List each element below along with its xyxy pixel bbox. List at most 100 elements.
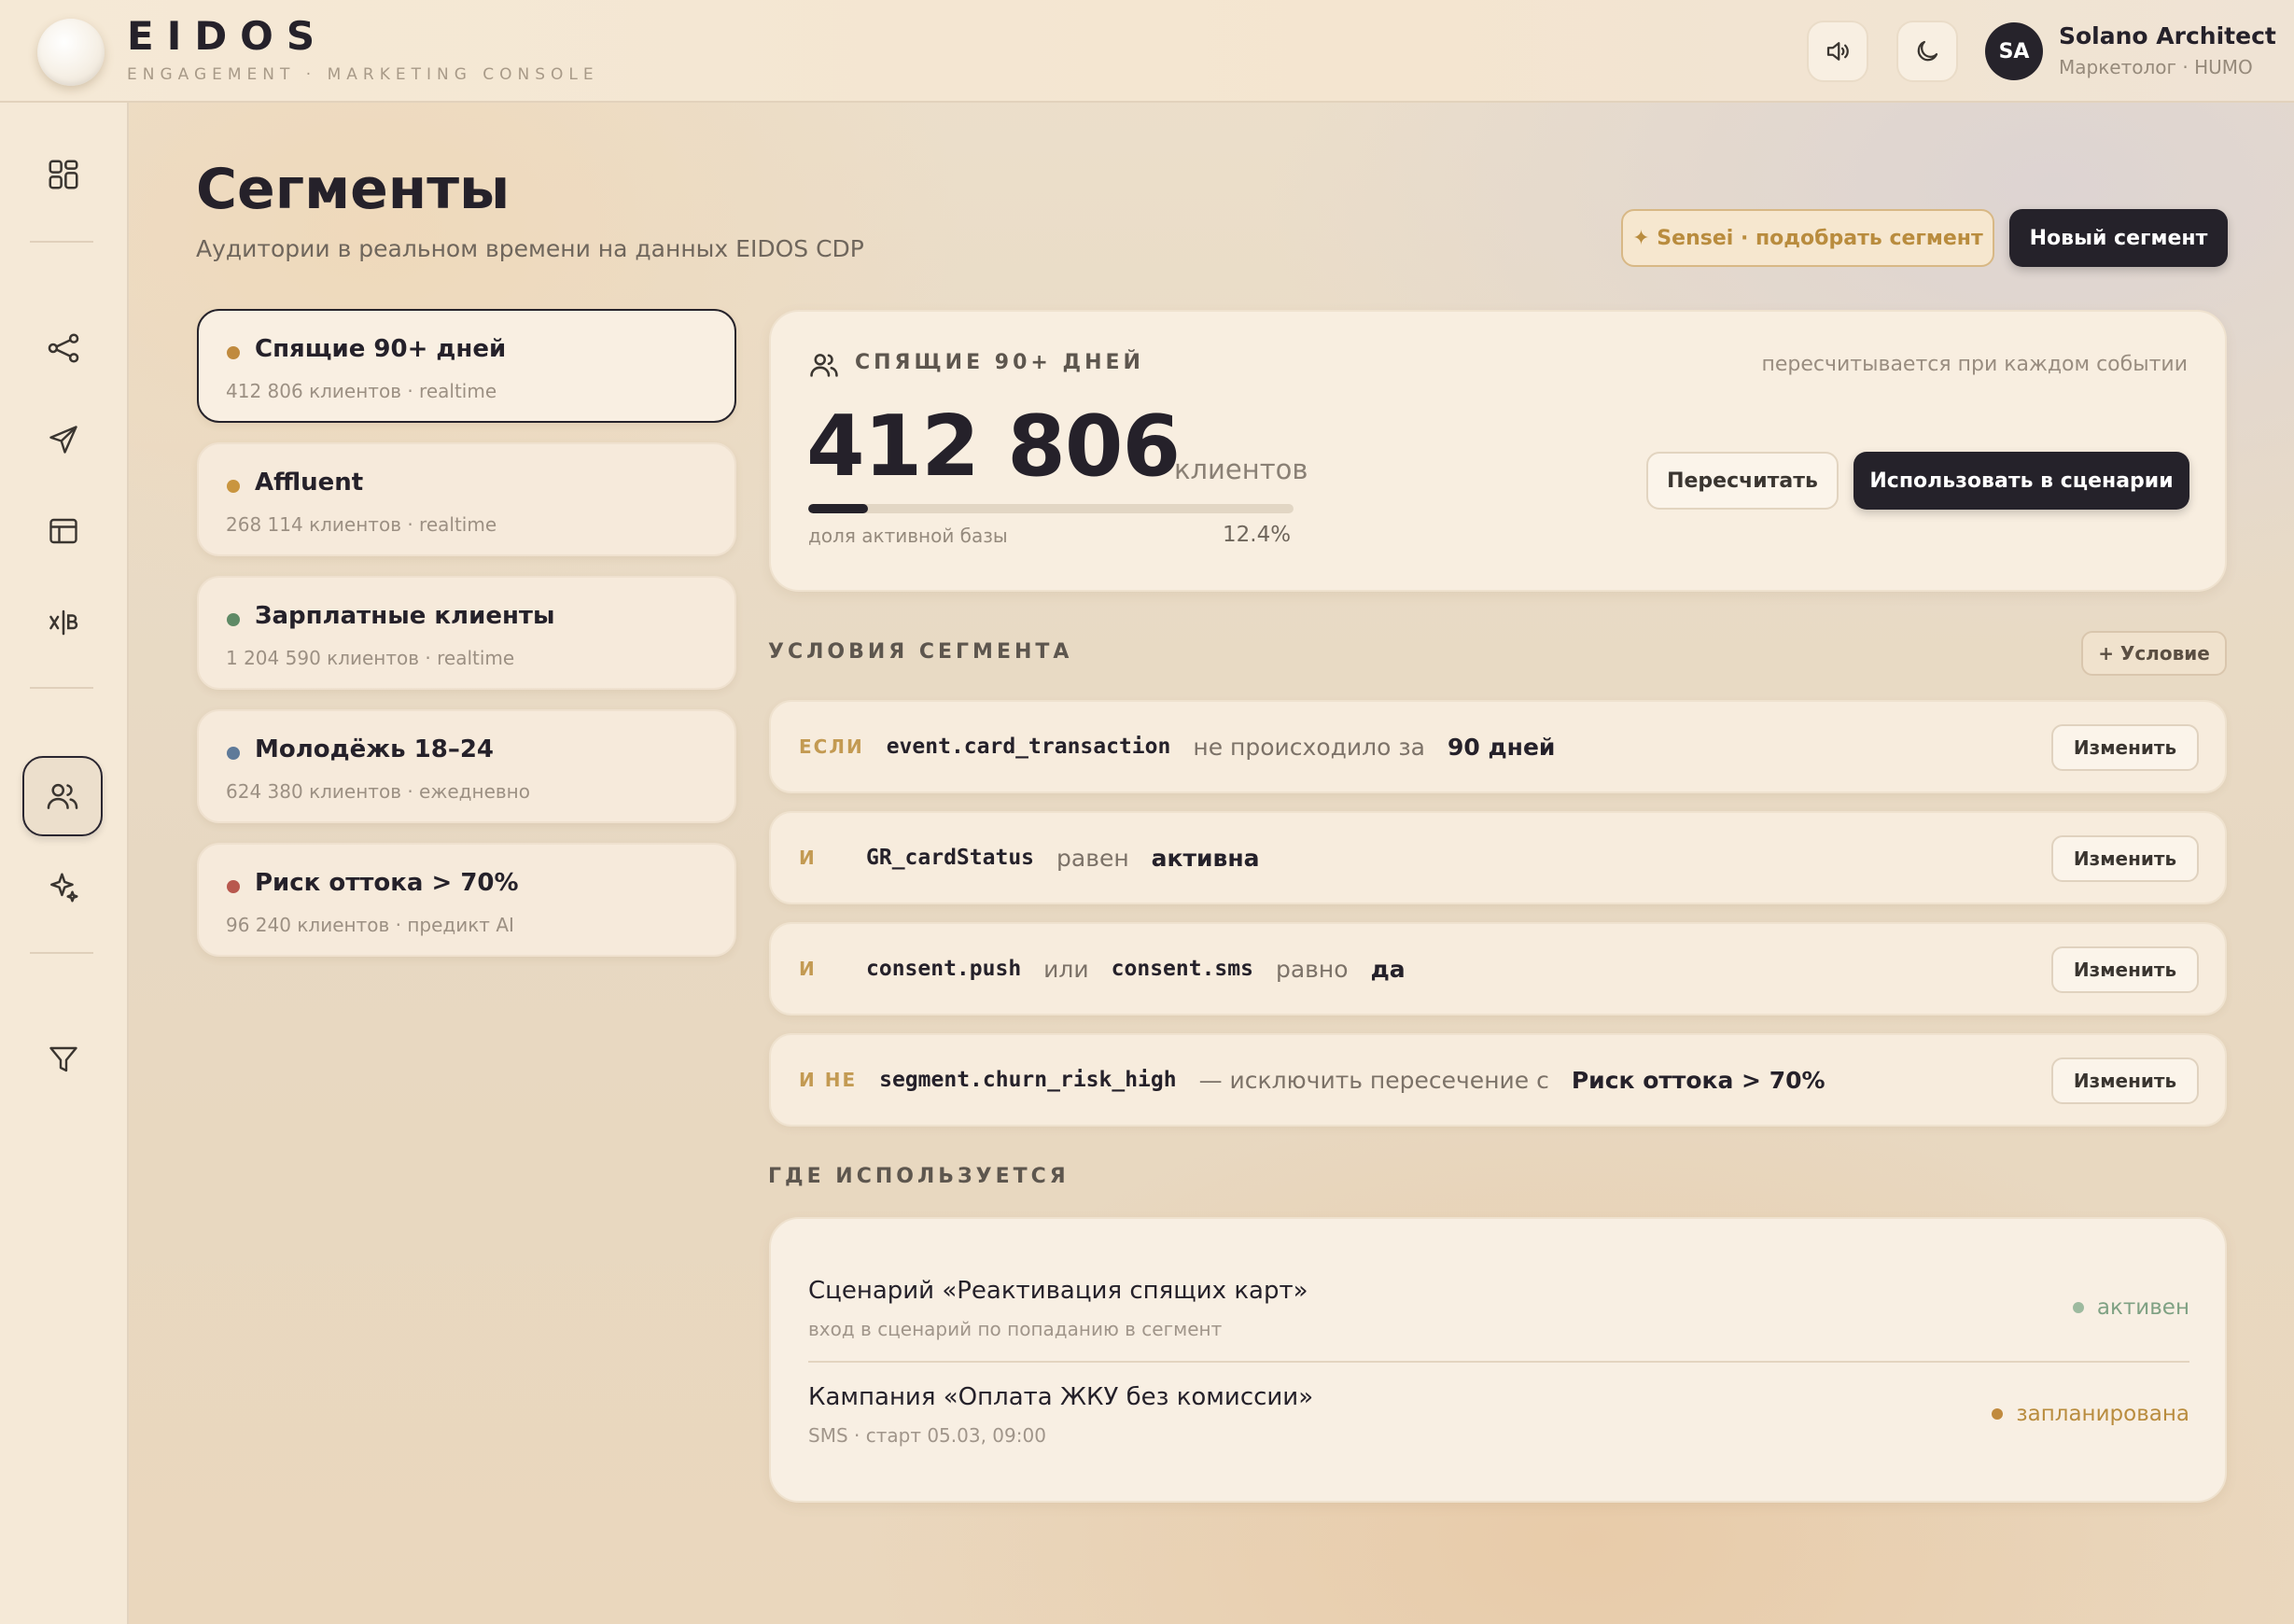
condition-keyword: И [799, 847, 817, 869]
segment-name: Зарплатные клиенты [255, 602, 555, 630]
usage-description: SMS · старт 05.03, 09:00 [808, 1424, 1046, 1447]
condition-row: ЕСЛИ event.card_transaction не происходи… [769, 700, 2227, 793]
active-base-share-fill [808, 504, 869, 513]
user-name: Solano Architect [2059, 22, 2276, 49]
condition-row: И consent.push или consent.sms равно да … [769, 922, 2227, 1015]
condition-value: активна [1151, 844, 1260, 872]
usage-card: Сценарий «Реактивация спящих карт» вход … [769, 1217, 2227, 1503]
segment-card[interactable]: Спящие 90+ дней 412 806 клиентов · realt… [197, 309, 736, 423]
condition-keyword: И [799, 958, 817, 980]
brand-subtitle: ENGAGEMENT · MARKETING CONSOLE [127, 65, 599, 84]
sidebar-item-templates[interactable] [32, 499, 95, 563]
segment-count-unit: клиентов [1174, 454, 1308, 485]
segment-meta: 412 806 клиентов · realtime [226, 380, 497, 402]
sidebar-item-segments[interactable] [22, 756, 103, 836]
sound-icon [1826, 42, 1849, 61]
sidebar-item-ai[interactable] [32, 856, 95, 919]
sidebar-item-dashboard[interactable] [32, 143, 95, 206]
status-dot [1992, 1408, 2004, 1420]
segment-card[interactable]: Зарплатные клиенты 1 204 590 клиентов · … [197, 576, 736, 690]
condition-field: event.card_transaction [886, 735, 1171, 759]
segment-card[interactable]: Молодёжь 18–24 624 380 клиентов · ежедне… [197, 709, 736, 823]
status-badge: запланирована [1992, 1402, 2189, 1426]
sensei-suggest-button[interactable]: ✦ Sensei · подобрать сегмент [1621, 209, 1994, 267]
segment-name: Риск оттока > 70% [255, 869, 519, 897]
usage-title: ГДЕ ИСПОЛЬЗУЕТСЯ [768, 1165, 1070, 1188]
sound-toggle-button[interactable] [1807, 21, 1868, 82]
edit-condition-button[interactable]: Изменить [2051, 724, 2199, 771]
status-badge: активен [2072, 1295, 2189, 1320]
layout-icon [49, 518, 77, 544]
segment-name: Спящие 90+ дней [255, 335, 507, 363]
segment-card[interactable]: Риск оттока > 70% 96 240 клиентов · пред… [197, 843, 736, 957]
use-in-scenario-button[interactable]: Использовать в сценарии [1853, 452, 2189, 510]
add-condition-button[interactable]: + Условие [2081, 631, 2227, 676]
new-segment-button[interactable]: Новый сегмент [2009, 209, 2228, 267]
share-value: 12.4% [1223, 523, 1292, 547]
status-dot [2072, 1302, 2084, 1313]
send-icon [49, 426, 77, 454]
dashboard-icon [49, 160, 78, 189]
user-role: Маркетолог · HUMO [2059, 56, 2253, 78]
condition-value: Риск оттока > 70% [1571, 1066, 1825, 1094]
segment-color-dot [227, 346, 240, 359]
usage-name: Кампания «Оплата ЖКУ без комиссии» [808, 1383, 1314, 1411]
condition-operator: равен [1056, 844, 1129, 872]
condition-operator: или [1043, 955, 1089, 983]
usage-description: вход в сценарий по попаданию в сегмент [808, 1318, 1223, 1340]
condition-field: consent.push [866, 957, 1022, 981]
sidebar-divider [30, 687, 93, 689]
condition-field: GR_cardStatus [866, 846, 1035, 870]
status-text: активен [2096, 1295, 2189, 1320]
usage-divider [808, 1361, 2189, 1363]
edit-condition-button[interactable]: Изменить [2051, 1057, 2199, 1104]
segment-name: Affluent [255, 469, 364, 497]
active-base-share-bar [808, 504, 1294, 513]
ab-test-icon [49, 609, 78, 636]
page-subtitle: Аудитории в реальном времени на данных E… [196, 235, 864, 262]
segment-name: Молодёжь 18–24 [255, 735, 495, 763]
theme-toggle-button[interactable] [1896, 21, 1958, 82]
summary-note: пересчитывается при каждом событии [1761, 353, 2188, 376]
condition-operator: не происходило за [1193, 733, 1425, 761]
condition-keyword: ЕСЛИ [799, 735, 864, 758]
top-header: EIDOS ENGAGEMENT · MARKETING CONSOLE SA … [0, 0, 2294, 103]
condition-operator: — исключить пересечение с [1198, 1066, 1549, 1094]
condition-value: да [1370, 955, 1406, 983]
share-label: доля активной базы [808, 525, 1008, 547]
segment-meta: 96 240 клиентов · предикт AI [226, 914, 514, 936]
page-title: Сегменты [196, 157, 511, 222]
users-icon [47, 783, 78, 809]
condition-keyword: И НЕ [799, 1069, 858, 1091]
sidebar [0, 103, 129, 1624]
condition-row: И GR_cardStatus равен активна Изменить [769, 811, 2227, 904]
logo-icon [37, 19, 105, 86]
segment-card[interactable]: Affluent 268 114 клиентов · realtime [197, 442, 736, 556]
moon-icon [1917, 40, 1938, 62]
condition-row: И НЕ segment.churn_risk_high — исключить… [769, 1033, 2227, 1127]
sidebar-divider [30, 241, 93, 243]
sidebar-item-flows[interactable] [32, 316, 95, 380]
segment-color-dot [227, 613, 240, 626]
usage-name: Сценарий «Реактивация спящих карт» [808, 1277, 1308, 1305]
usage-item[interactable]: Кампания «Оплата ЖКУ без комиссии» SMS ·… [808, 1383, 2189, 1477]
user-avatar[interactable]: SA [1985, 22, 2043, 80]
segment-count: 412 806 [806, 398, 1181, 496]
edit-condition-button[interactable]: Изменить [2051, 835, 2199, 882]
segment-color-dot [227, 480, 240, 493]
segment-color-dot [227, 747, 240, 760]
conditions-title: УСЛОВИЯ СЕГМЕНТА [768, 640, 1073, 664]
sidebar-item-filters[interactable] [32, 1028, 95, 1091]
recalculate-button[interactable]: Пересчитать [1646, 452, 1839, 510]
condition-value: 90 дней [1447, 733, 1556, 761]
usage-item[interactable]: Сценарий «Реактивация спящих карт» вход … [808, 1277, 2189, 1370]
condition-field: segment.churn_risk_high [879, 1068, 1177, 1092]
flow-icon [48, 333, 79, 363]
segment-meta: 624 380 клиентов · ежедневно [226, 780, 530, 803]
segment-meta: 268 114 клиентов · realtime [226, 513, 497, 536]
sidebar-item-campaigns[interactable] [32, 408, 95, 471]
sidebar-item-ab-tests[interactable] [32, 591, 95, 654]
brand-name: EIDOS [127, 13, 329, 59]
sidebar-divider [30, 952, 93, 954]
edit-condition-button[interactable]: Изменить [2051, 946, 2199, 993]
